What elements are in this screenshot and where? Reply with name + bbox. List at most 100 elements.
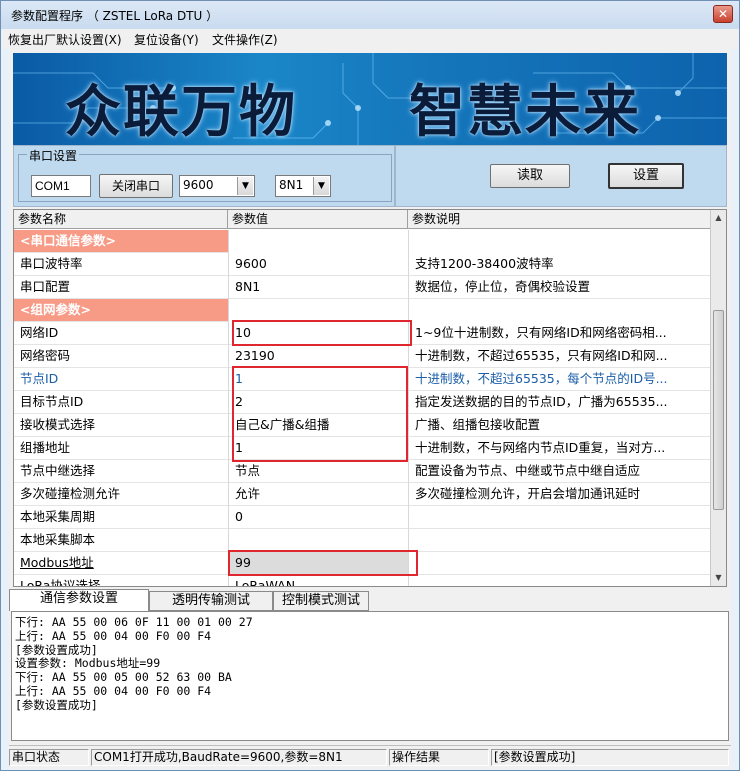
param-value: [228, 230, 408, 253]
col-header-value[interactable]: 参数值: [228, 210, 408, 229]
action-panel: 读取 设置: [395, 145, 727, 207]
status-result-value: [参数设置成功]: [491, 749, 729, 766]
menu-file-ops[interactable]: 文件操作(Z): [212, 31, 278, 48]
param-desc: 多次碰撞检测允许，开启会增加通讯延时: [408, 483, 712, 506]
banner-slogan-right: 智慧未来: [409, 79, 641, 145]
scrollbar-thumb[interactable]: [713, 310, 724, 510]
grid-header: 参数名称 参数值 参数说明: [14, 210, 712, 229]
status-result-label: 操作结果: [389, 749, 489, 766]
col-header-name[interactable]: 参数名称: [14, 210, 228, 229]
table-row-section-serial[interactable]: <串口通信参数>: [14, 230, 712, 253]
param-name: Modbus地址: [20, 555, 94, 570]
param-name: 网络ID: [20, 325, 59, 340]
serial-settings-panel: 串口设置 关闭串口 9600 ▼ 8N1 ▼: [13, 145, 395, 207]
param-name: 本地采集周期: [20, 509, 96, 524]
table-row[interactable]: 多次碰撞检测允许 允许 多次碰撞检测允许，开启会增加通讯延时: [14, 483, 712, 506]
table-row[interactable]: 接收模式选择 自己&广播&组播 广播、组播包接收配置: [14, 414, 712, 437]
close-port-button[interactable]: 关闭串口: [99, 174, 173, 198]
param-value[interactable]: 允许: [228, 483, 408, 506]
log-line: 下行: AA 55 00 05 00 52 63 00 BA: [15, 670, 232, 685]
menu-reset-device[interactable]: 复位设备(Y): [134, 31, 199, 48]
table-row[interactable]: LoRa协议选择 LoRaWAN: [14, 575, 712, 587]
param-value[interactable]: 1: [228, 368, 408, 391]
table-row[interactable]: 串口波特率 9600 支持1200-38400波特率: [14, 253, 712, 276]
table-row[interactable]: 节点中继选择 节点 配置设备为节点、中继或节点中继自适应: [14, 460, 712, 483]
table-row-editing[interactable]: Modbus地址 99: [14, 552, 712, 575]
close-window-button[interactable]: ✕: [713, 5, 733, 23]
read-button[interactable]: 读取: [490, 164, 570, 188]
param-value[interactable]: 0: [228, 506, 408, 529]
param-desc: 支持1200-38400波特率: [408, 253, 712, 276]
scroll-down-icon[interactable]: ▼: [711, 570, 726, 586]
param-desc: 1~9位十进制数，只有网络ID和网络密码相...: [408, 322, 712, 345]
grid-scrollbar[interactable]: ▲ ▼: [710, 210, 726, 586]
serial-settings-group: 串口设置 关闭串口 9600 ▼ 8N1 ▼: [18, 147, 392, 202]
table-row[interactable]: 组播地址 1 十进制数，不与网络内节点ID重复，当对方...: [14, 437, 712, 460]
tab-transparent[interactable]: 透明传输测试: [149, 591, 273, 611]
table-row[interactable]: 串口配置 8N1 数据位，停止位，奇偶校验设置: [14, 276, 712, 299]
chevron-down-icon: ▼: [237, 177, 253, 195]
window-title: 参数配置程序 （ ZSTEL LoRa DTU ）: [11, 9, 219, 23]
param-name: 串口波特率: [20, 256, 83, 271]
param-desc: 指定发送数据的目的节点ID，广播为65535...: [408, 391, 712, 414]
table-row[interactable]: 目标节点ID 2 指定发送数据的目的节点ID，广播为65535...: [14, 391, 712, 414]
tab-control[interactable]: 控制模式测试: [273, 591, 369, 611]
set-button[interactable]: 设置: [608, 163, 684, 189]
baud-rate-value: 9600: [183, 178, 214, 192]
param-desc: [408, 575, 712, 586]
param-value: [228, 299, 408, 322]
tab-strip: 通信参数设置 透明传输测试 控制模式测试: [9, 589, 731, 611]
param-value-editor[interactable]: 99: [228, 552, 408, 575]
param-value[interactable]: 1: [228, 437, 408, 460]
table-row[interactable]: 本地采集周期 0: [14, 506, 712, 529]
table-row[interactable]: 网络密码 23190 十进制数，不超过65535，只有网络ID和网...: [14, 345, 712, 368]
param-value[interactable]: 2: [228, 391, 408, 414]
param-name: 目标节点ID: [20, 394, 84, 409]
table-row[interactable]: 网络ID 10 1~9位十进制数，只有网络ID和网络密码相...: [14, 322, 712, 345]
col-header-desc[interactable]: 参数说明: [408, 210, 712, 229]
data-format-select[interactable]: 8N1 ▼: [275, 175, 331, 197]
log-line: 设置参数: Modbus地址=99: [15, 656, 161, 671]
param-desc: [408, 299, 712, 322]
param-name: 节点ID: [20, 371, 59, 386]
param-desc: 广播、组播包接收配置: [408, 414, 712, 437]
data-format-value: 8N1: [279, 178, 304, 192]
com-port-input[interactable]: [31, 175, 91, 197]
status-port-value: COM1打开成功,BaudRate=9600,参数=8N1: [91, 749, 387, 766]
status-bar: 串口状态 COM1打开成功,BaudRate=9600,参数=8N1 操作结果 …: [9, 745, 731, 767]
scroll-up-icon[interactable]: ▲: [711, 210, 726, 226]
param-name: 网络密码: [20, 348, 71, 363]
log-line: 上行: AA 55 00 04 00 F0 00 F4: [15, 683, 212, 698]
log-line: 上行: AA 55 00 04 00 F0 00 F4: [15, 628, 212, 643]
baud-rate-select[interactable]: 9600 ▼: [179, 175, 255, 197]
param-desc: [408, 529, 712, 552]
param-name: LoRa协议选择: [20, 578, 101, 587]
param-value[interactable]: 10: [228, 322, 408, 345]
param-value[interactable]: 23190: [228, 345, 408, 368]
param-desc: [408, 506, 712, 529]
log-line: 下行: AA 55 00 06 0F 11 00 01 00 27: [15, 615, 253, 629]
param-desc: 十进制数，不与网络内节点ID重复，当对方...: [408, 437, 712, 460]
param-name: <组网参数>: [20, 302, 91, 317]
title-bar: 参数配置程序 （ ZSTEL LoRa DTU ） ✕: [1, 1, 739, 29]
menu-factory-reset[interactable]: 恢复出厂默认设置(X): [8, 31, 122, 48]
param-value[interactable]: LoRaWAN: [228, 575, 408, 586]
close-icon: ✕: [717, 7, 729, 21]
table-row-selected[interactable]: 节点ID 1 十进制数，不超过65535，每个节点的ID号...: [14, 368, 712, 391]
param-value[interactable]: 自己&广播&组播: [228, 414, 408, 437]
status-port-label: 串口状态: [9, 749, 89, 766]
param-desc: 配置设备为节点、中继或节点中继自适应: [408, 460, 712, 483]
param-value[interactable]: 9600: [228, 253, 408, 276]
param-name: 多次碰撞检测允许: [20, 486, 121, 501]
param-desc: [408, 552, 712, 575]
table-row-section-network[interactable]: <组网参数>: [14, 299, 712, 322]
banner: 众联万物 智慧未来: [13, 53, 727, 145]
table-row[interactable]: 本地采集脚本: [14, 529, 712, 552]
menu-bar: 恢复出厂默认设置(X) 复位设备(Y) 文件操作(Z): [2, 29, 738, 49]
log-output[interactable]: 下行: AA 55 00 06 0F 11 00 01 00 27 上行: AA …: [11, 611, 729, 741]
tab-params[interactable]: 通信参数设置: [9, 589, 149, 611]
param-value[interactable]: 节点: [228, 460, 408, 483]
param-value[interactable]: [228, 529, 408, 552]
param-value[interactable]: 8N1: [228, 276, 408, 299]
param-name: 串口配置: [20, 279, 71, 294]
